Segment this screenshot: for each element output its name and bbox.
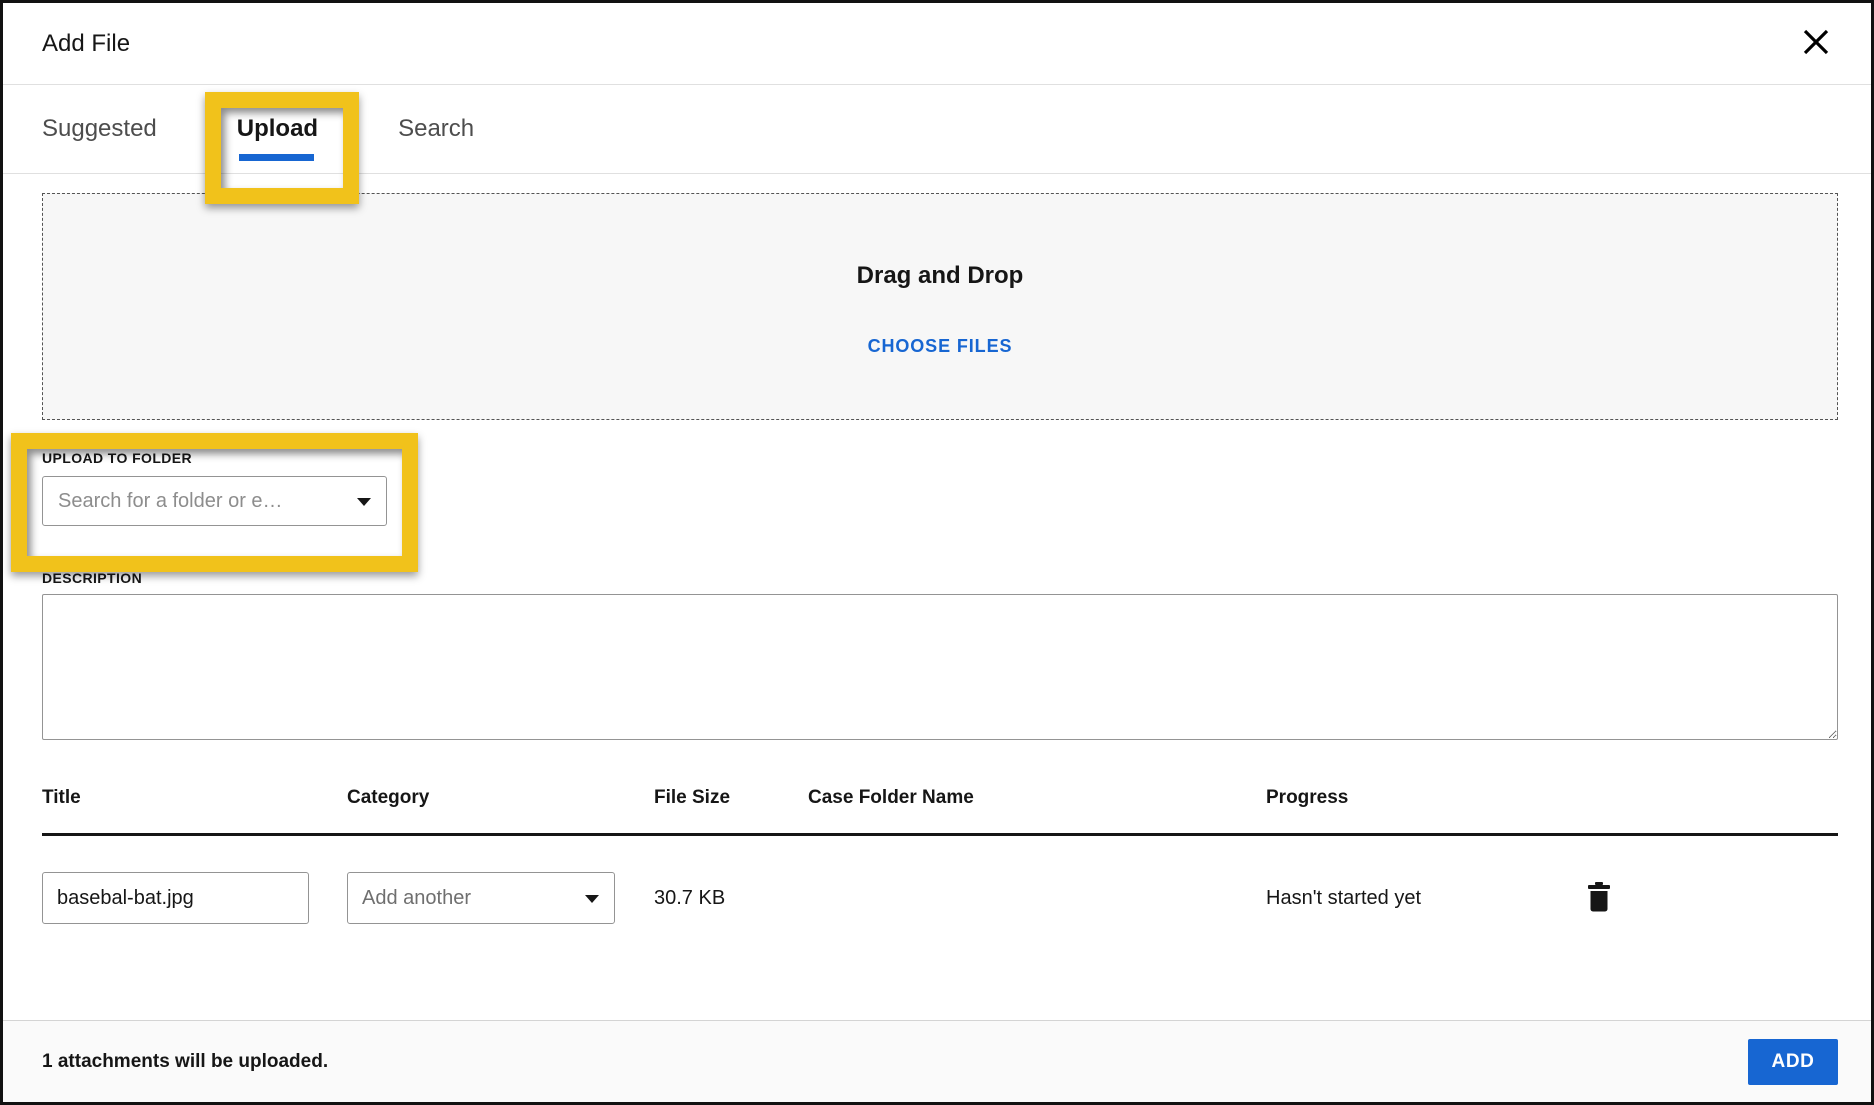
tab-bar: Suggested Upload Search xyxy=(3,85,1871,174)
description-textarea[interactable] xyxy=(42,594,1838,740)
upload-to-folder-input[interactable] xyxy=(42,476,387,526)
column-header-file-size: File Size xyxy=(654,787,808,809)
column-header-case-folder-name: Case Folder Name xyxy=(808,787,1266,809)
upload-to-folder-combo xyxy=(42,476,387,526)
choose-files-button[interactable]: CHOOSE FILES xyxy=(868,336,1013,357)
trash-icon xyxy=(1586,882,1612,915)
column-header-title: Title xyxy=(42,787,347,809)
description-section: DESCRIPTION xyxy=(42,570,1838,745)
tab-upload[interactable]: Upload xyxy=(237,85,318,173)
files-table: Title Category File Size Case Folder Nam… xyxy=(42,767,1838,924)
dialog-title: Add File xyxy=(42,30,130,58)
delete-file-button[interactable] xyxy=(1582,880,1616,916)
upload-summary-text: 1 attachments will be uploaded. xyxy=(42,1051,328,1073)
progress-status: Hasn't started yet xyxy=(1266,887,1542,910)
upload-to-folder-section: UPLOAD TO FOLDER xyxy=(42,450,1838,526)
drag-and-drop-zone[interactable]: Drag and Drop CHOOSE FILES xyxy=(42,193,1838,420)
file-title-input[interactable] xyxy=(42,872,309,924)
upload-to-folder-label: UPLOAD TO FOLDER xyxy=(42,450,1838,466)
close-icon xyxy=(1801,27,1831,60)
category-dropdown[interactable]: Add another xyxy=(347,872,615,924)
close-button[interactable] xyxy=(1797,25,1835,63)
column-header-category: Category xyxy=(347,787,654,809)
column-header-progress: Progress xyxy=(1266,787,1542,809)
table-row: Add another 30.7 KB Hasn't started yet xyxy=(42,836,1838,924)
add-button[interactable]: ADD xyxy=(1748,1039,1838,1085)
add-file-dialog: Add File Suggested Upload Search Drag an… xyxy=(0,0,1874,1105)
tab-suggested[interactable]: Suggested xyxy=(42,85,157,173)
tab-search[interactable]: Search xyxy=(398,85,474,173)
dialog-header: Add File xyxy=(3,3,1871,85)
files-table-header: Title Category File Size Case Folder Nam… xyxy=(42,767,1838,836)
dropzone-title: Drag and Drop xyxy=(857,262,1024,290)
dialog-footer: 1 attachments will be uploaded. ADD xyxy=(3,1020,1871,1102)
description-label: DESCRIPTION xyxy=(42,570,1838,586)
file-size-value: 30.7 KB xyxy=(654,887,808,910)
